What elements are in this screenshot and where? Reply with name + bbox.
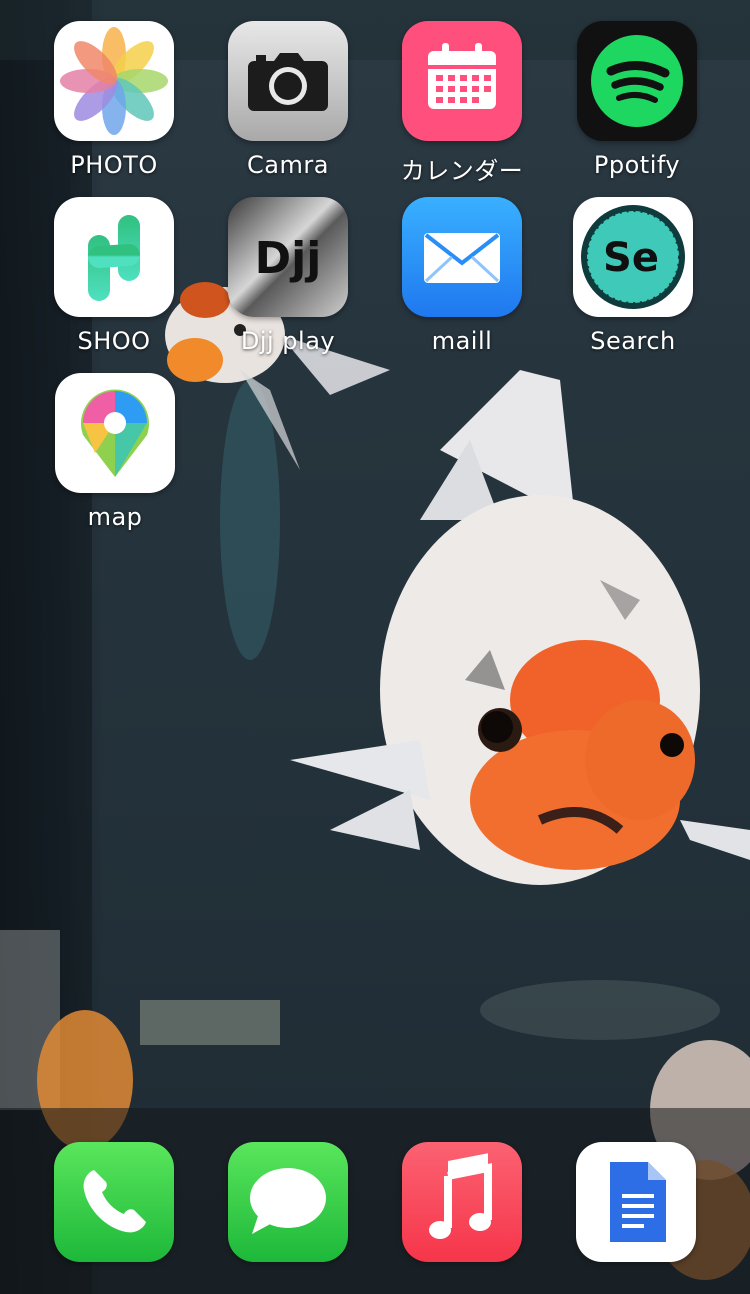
dock-app-docs[interactable] (576, 1142, 696, 1262)
goldfish-wallpaper (0, 0, 750, 1294)
app-label: Djj play (240, 327, 336, 355)
big-goldfish (290, 370, 750, 885)
app-photo[interactable]: PHOTO (54, 21, 174, 179)
mail-envelope-icon (402, 197, 522, 317)
map-pin-icon (55, 373, 175, 493)
djj-logo-text: Djj (255, 233, 322, 284)
app-label: maill (431, 327, 493, 355)
app-calendar[interactable]: カレンダー (401, 21, 523, 186)
phone-icon (54, 1142, 174, 1262)
dock (0, 1108, 750, 1294)
app-label: Ppotify (593, 151, 681, 179)
search-se-logo-icon: Se (573, 197, 693, 317)
app-ppotify[interactable]: Ppotify (577, 21, 697, 179)
app-label: カレンダー (400, 157, 524, 185)
search-logo-text: Se (603, 235, 659, 281)
app-label: map (87, 503, 143, 531)
app-camera[interactable]: Camra (228, 21, 348, 179)
app-djj-play[interactable]: Djj Djj play (228, 197, 348, 355)
photos-pinwheel-icon (54, 21, 174, 141)
camera-icon (228, 21, 348, 141)
app-label: Search (590, 327, 676, 355)
home-screen: PHOTO Camra カレンダー Ppotify SHOO Djj Djj p… (0, 0, 750, 1294)
calendar-icon (402, 21, 522, 141)
dock-app-phone[interactable] (54, 1142, 174, 1262)
app-maill[interactable]: maill (402, 197, 522, 355)
dock-app-messages[interactable] (228, 1142, 348, 1262)
spotify-icon (577, 21, 697, 141)
shoo-logo-icon (54, 197, 174, 317)
messages-bubble-icon (228, 1142, 348, 1262)
document-icon (576, 1142, 696, 1262)
app-label: Camra (247, 151, 329, 179)
djj-logo-icon: Djj (228, 197, 348, 317)
app-label: SHOO (77, 327, 151, 355)
dock-app-music[interactable] (402, 1142, 522, 1262)
app-label: PHOTO (70, 151, 158, 179)
app-search[interactable]: Se Search (573, 197, 693, 355)
music-note-icon (402, 1142, 522, 1262)
app-shoo[interactable]: SHOO (54, 197, 174, 355)
app-map[interactable]: map (55, 373, 175, 531)
